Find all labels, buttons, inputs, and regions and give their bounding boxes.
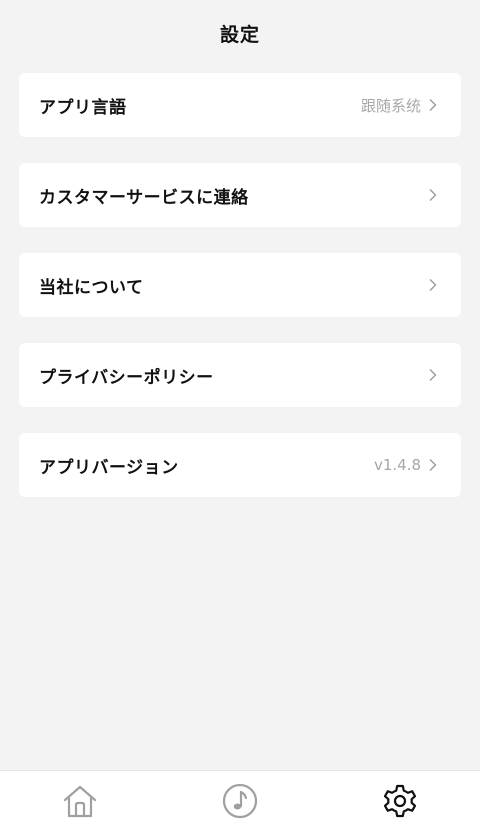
settings-item-label: プライバシーポリシー	[39, 367, 214, 388]
bottom-tab-bar	[0, 770, 480, 833]
tab-home[interactable]	[60, 783, 100, 823]
chevron-right-icon	[425, 277, 441, 293]
tab-music[interactable]	[220, 783, 260, 823]
settings-item-value: 跟随系统	[360, 96, 421, 115]
tab-settings[interactable]	[380, 783, 420, 823]
chevron-right-icon	[425, 457, 441, 473]
settings-item-label: 当社について	[39, 277, 144, 298]
chevron-right-icon	[425, 187, 441, 203]
settings-item-about-us[interactable]: 当社について	[19, 253, 461, 317]
settings-item-value: v1.4.8	[373, 456, 421, 474]
page-title: 設定	[219, 24, 260, 46]
settings-item-app-language[interactable]: アプリ言語 跟随系统	[19, 73, 461, 137]
header: 設定	[0, 0, 480, 66]
chevron-right-icon	[425, 97, 441, 113]
settings-item-privacy-policy[interactable]: プライバシーポリシー	[19, 343, 461, 407]
settings-item-label: アプリバージョン	[39, 457, 179, 478]
home-icon	[61, 782, 99, 824]
settings-item-label: アプリ言語	[39, 97, 127, 118]
settings-list: アプリ言語 跟随系统 カスタマーサービスに連絡 当社について プライバシーポリシ…	[19, 73, 461, 523]
music-note-icon	[221, 782, 259, 824]
chevron-right-icon	[425, 367, 441, 383]
settings-item-label: カスタマーサービスに連絡	[39, 187, 249, 208]
settings-item-app-version[interactable]: アプリバージョン v1.4.8	[19, 433, 461, 497]
gear-icon	[381, 782, 419, 824]
settings-item-contact-support[interactable]: カスタマーサービスに連絡	[19, 163, 461, 227]
